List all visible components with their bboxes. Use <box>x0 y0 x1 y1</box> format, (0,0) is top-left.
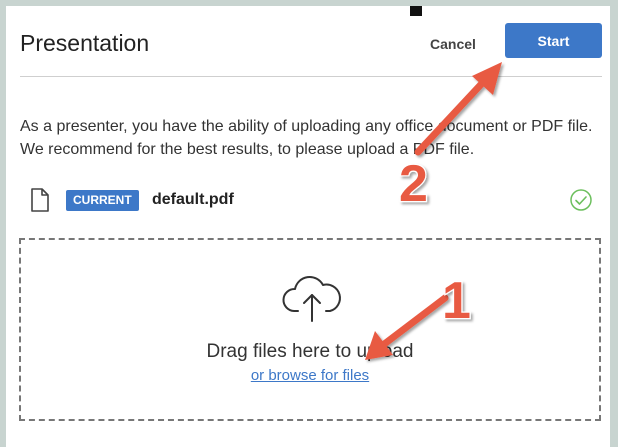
current-badge: CURRENT <box>66 190 139 211</box>
browse-files-link[interactable]: or browse for files <box>21 367 599 384</box>
file-icon <box>30 188 50 217</box>
dialog-title: Presentation <box>20 30 150 56</box>
current-file-row: CURRENT default.pdf <box>20 186 602 220</box>
file-name: default.pdf <box>152 191 234 208</box>
file-dropzone[interactable]: Drag files here to upload or browse for … <box>19 238 601 421</box>
start-button[interactable]: Start <box>505 23 602 58</box>
top-edge-artifact <box>410 6 422 16</box>
check-circle-icon <box>569 188 593 217</box>
presentation-dialog: Presentation Cancel Start As a presenter… <box>6 6 610 447</box>
upload-description: As a presenter, you have the ability of … <box>20 118 593 158</box>
cloud-upload-icon <box>280 273 344 328</box>
drag-files-text: Drag files here to upload <box>206 341 414 362</box>
cancel-button[interactable]: Cancel <box>424 35 482 53</box>
header-divider <box>20 76 602 77</box>
